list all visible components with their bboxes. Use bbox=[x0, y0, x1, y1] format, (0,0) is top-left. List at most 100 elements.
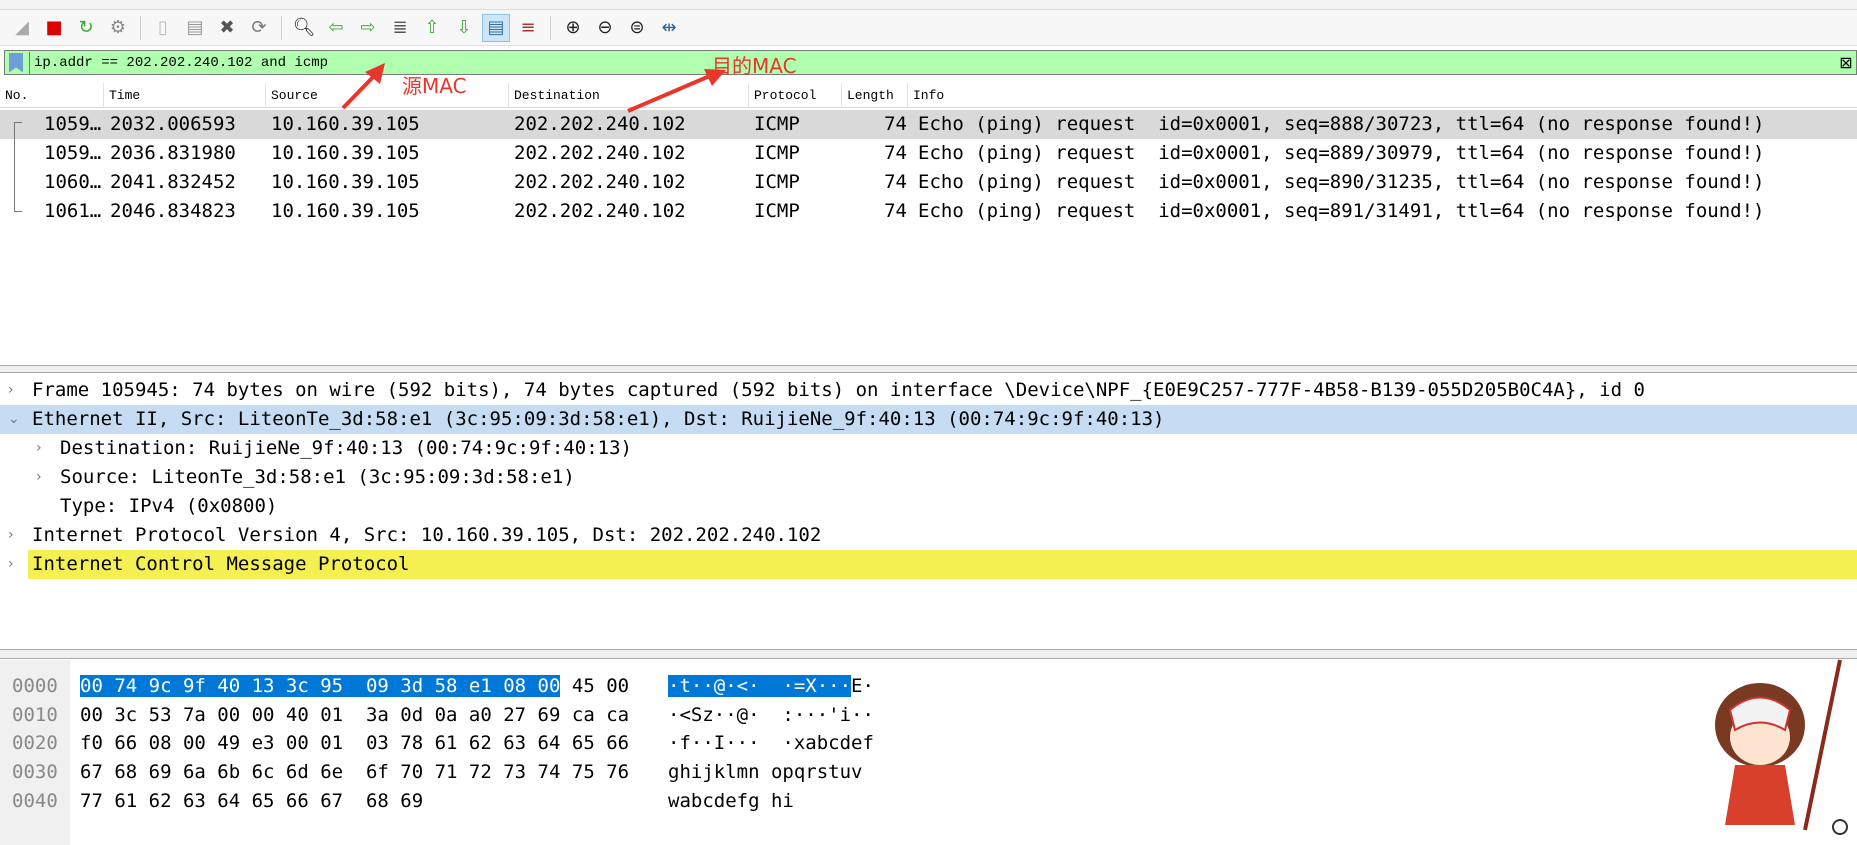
off[interactable]: 0030 bbox=[12, 758, 58, 786]
hexbytes[interactable]: 00 74 9c 9f 40 13 3c 95 09 3d 58 e1 08 0… bbox=[80, 672, 629, 700]
detail-text: Destination: RuijieNe_9f:40:13 (00:74:9c… bbox=[60, 437, 632, 459]
hex-offset: 0040 bbox=[12, 789, 58, 812]
open-file-icon[interactable]: ▯ bbox=[149, 14, 177, 42]
pane-splitter[interactable] bbox=[0, 365, 1857, 373]
auto-scroll-icon[interactable]: ▤ bbox=[482, 13, 510, 42]
annotation-dest-mac: 目的MAC bbox=[712, 54, 797, 78]
column-header-time[interactable]: Time bbox=[104, 83, 266, 108]
hex-bytes: 00 3c 53 7a 00 00 40 01 3a 0d 0a a0 27 6… bbox=[80, 703, 630, 726]
detail-tree-item[interactable]: › Internet Control Message Protocol bbox=[0, 550, 1857, 579]
restart-capture-icon[interactable]: ↻ bbox=[72, 14, 100, 42]
detail-text: Source: LiteonTe_3d:58:e1 (3c:95:09:3d:5… bbox=[60, 466, 575, 488]
ascii-bytes: E· bbox=[851, 675, 874, 697]
find-packet-icon[interactable]: 🔍︎ bbox=[290, 14, 318, 42]
zoom-normal-icon[interactable]: ⊜ bbox=[623, 14, 651, 42]
expand-chevron-icon[interactable]: › bbox=[8, 550, 14, 579]
expand-chevron-icon[interactable]: › bbox=[8, 376, 14, 405]
hex-offset: 0020 bbox=[12, 732, 58, 755]
detail-tree-item[interactable]: › Destination: RuijieNe_9f:40:13 (00:74:9… bbox=[0, 434, 1857, 463]
go-forward-icon[interactable]: ⇨ bbox=[354, 14, 382, 42]
zoom-in-icon[interactable]: ⊕ bbox=[559, 14, 587, 42]
clear-filter-icon[interactable]: ⊠ bbox=[1836, 53, 1856, 72]
hexbytes[interactable]: 00 3c 53 7a 00 00 40 01 3a 0d 0a a0 27 6… bbox=[80, 701, 629, 729]
ascii-bytes: ·<Sz··@· :···'i·· bbox=[668, 703, 874, 726]
asciibytes[interactable]: ·<Sz··@· :···'i·· bbox=[668, 701, 874, 729]
stop-capture-icon[interactable]: ■ bbox=[40, 14, 68, 42]
resize-columns-icon[interactable]: ⇹ bbox=[655, 14, 683, 42]
asciibytes[interactable]: ·f··I··· ·xabcdef bbox=[668, 729, 874, 757]
colorize-icon[interactable]: ≡ bbox=[514, 14, 542, 42]
packet-protocol: ICMP bbox=[754, 113, 800, 135]
go-back-icon[interactable]: ⇦ bbox=[322, 14, 350, 42]
packet-destination: 202.202.240.102 bbox=[514, 113, 686, 135]
last-packet-icon[interactable]: ⇩ bbox=[450, 14, 478, 42]
off[interactable]: 0020 bbox=[12, 729, 58, 757]
packet-length: 74 bbox=[884, 113, 907, 135]
asciibytes[interactable]: ·t··@·<· ·=X···E· bbox=[668, 672, 874, 700]
packet-row[interactable]: 1061… 2046.834823 10.160.39.105 202.202.240… bbox=[0, 197, 1857, 226]
off[interactable]: 0010 bbox=[12, 701, 58, 729]
off[interactable]: 0040 bbox=[12, 787, 58, 815]
annotation-source-mac: 源MAC bbox=[402, 74, 467, 98]
column-header-length[interactable]: Length bbox=[842, 83, 908, 108]
detail-tree-item[interactable]: › Source: LiteonTe_3d:58:e1 (3c:95:09:3d:… bbox=[0, 463, 1857, 492]
packet-info: Echo (ping) request id=0x0001, seq=889/3… bbox=[918, 142, 1765, 164]
column-header-info[interactable]: Info bbox=[908, 83, 1857, 108]
packet-time: 2036.831980 bbox=[110, 142, 236, 164]
hex-bytes: f0 66 08 00 49 e3 00 01 03 78 61 62 63 6… bbox=[80, 732, 630, 755]
hex-bytes: 77 61 62 63 64 65 66 67 68 69 bbox=[80, 789, 424, 812]
packet-row[interactable]: 1060… 2041.832452 10.160.39.105 202.202.240… bbox=[0, 168, 1857, 197]
pane-splitter[interactable] bbox=[0, 649, 1857, 659]
close-file-icon[interactable]: ✖ bbox=[213, 14, 241, 42]
packet-no: 1061… bbox=[44, 200, 102, 222]
hexbytes[interactable]: 67 68 69 6a 6b 6c 6d 6e 6f 70 71 72 73 7… bbox=[80, 758, 629, 786]
column-header-source[interactable]: Source bbox=[266, 83, 509, 108]
packet-protocol: ICMP bbox=[754, 200, 800, 222]
column-header-destination[interactable]: Destination bbox=[509, 83, 749, 108]
detail-tree-item[interactable]: › Frame 105945: 74 bytes on wire (592 bit… bbox=[0, 376, 1857, 405]
packet-source: 10.160.39.105 bbox=[271, 171, 420, 193]
packet-source: 10.160.39.105 bbox=[271, 142, 420, 164]
asciibytes[interactable]: ghijklmn opqrstuv bbox=[668, 758, 862, 786]
shark-fin-start-icon[interactable]: ◢ bbox=[8, 14, 36, 42]
hex-bytes: 45 00 bbox=[560, 675, 630, 697]
capture-options-icon[interactable]: ⚙ bbox=[104, 14, 132, 42]
go-to-packet-icon[interactable]: ≣ bbox=[386, 14, 414, 42]
packet-source: 10.160.39.105 bbox=[271, 200, 420, 222]
packet-row[interactable]: 1059… 2036.831980 10.160.39.105 202.202.240… bbox=[0, 139, 1857, 168]
hexbytes[interactable]: 77 61 62 63 64 65 66 67 68 69 bbox=[80, 787, 423, 815]
ascii-bytes: ·f··I··· ·xabcdef bbox=[668, 732, 874, 755]
packet-length: 74 bbox=[884, 200, 907, 222]
gear-icon[interactable] bbox=[1832, 819, 1848, 835]
collapse-chevron-icon[interactable]: ⌄ bbox=[8, 405, 20, 434]
detail-text: Internet Control Message Protocol bbox=[28, 550, 1857, 579]
column-header-protocol[interactable]: Protocol bbox=[749, 83, 842, 108]
detail-tree-item[interactable]: ⌄ Ethernet II, Src: LiteonTe_3d:58:e1 (3c… bbox=[0, 405, 1857, 434]
expand-chevron-icon[interactable]: › bbox=[8, 521, 14, 550]
hexbytes[interactable]: f0 66 08 00 49 e3 00 01 03 78 61 62 63 6… bbox=[80, 729, 629, 757]
mascot-sticker-image bbox=[1715, 659, 1848, 835]
packet-row[interactable]: 1059… 2032.006593 10.160.39.105 202.202.240… bbox=[0, 110, 1857, 139]
detail-tree-item[interactable]: › Internet Protocol Version 4, Src: 10.16… bbox=[0, 521, 1857, 550]
packet-protocol: ICMP bbox=[754, 171, 800, 193]
hex-offset: 0000 bbox=[12, 675, 58, 697]
expand-chevron-icon[interactable]: › bbox=[36, 463, 42, 492]
bookmark-icon[interactable] bbox=[9, 52, 23, 73]
asciibytes[interactable]: wabcdefg hi bbox=[668, 787, 794, 815]
packet-list-header: No. Time Source Destination Protocol Len… bbox=[0, 83, 1857, 108]
display-filter-input[interactable] bbox=[29, 51, 1836, 74]
expand-chevron-icon[interactable]: › bbox=[36, 434, 42, 463]
packet-no: 1060… bbox=[44, 171, 102, 193]
column-header-no[interactable]: No. bbox=[0, 83, 104, 108]
ascii-selected: ·t··@·<· ·=X··· bbox=[668, 675, 852, 697]
packet-no: 1059… bbox=[44, 113, 102, 135]
off[interactable]: 0000 bbox=[12, 672, 58, 700]
reload-file-icon[interactable]: ⟳ bbox=[245, 14, 273, 42]
packet-time: 2046.834823 bbox=[110, 200, 236, 222]
detail-tree-item[interactable]: Type: IPv4 (0x0800) bbox=[0, 492, 1857, 521]
zoom-out-icon[interactable]: ⊖ bbox=[591, 14, 619, 42]
first-packet-icon[interactable]: ⇧ bbox=[418, 14, 446, 42]
save-file-icon[interactable]: ▤ bbox=[181, 14, 209, 42]
packet-time: 2032.006593 bbox=[110, 113, 236, 135]
packet-info: Echo (ping) request id=0x0001, seq=891/3… bbox=[918, 200, 1765, 222]
